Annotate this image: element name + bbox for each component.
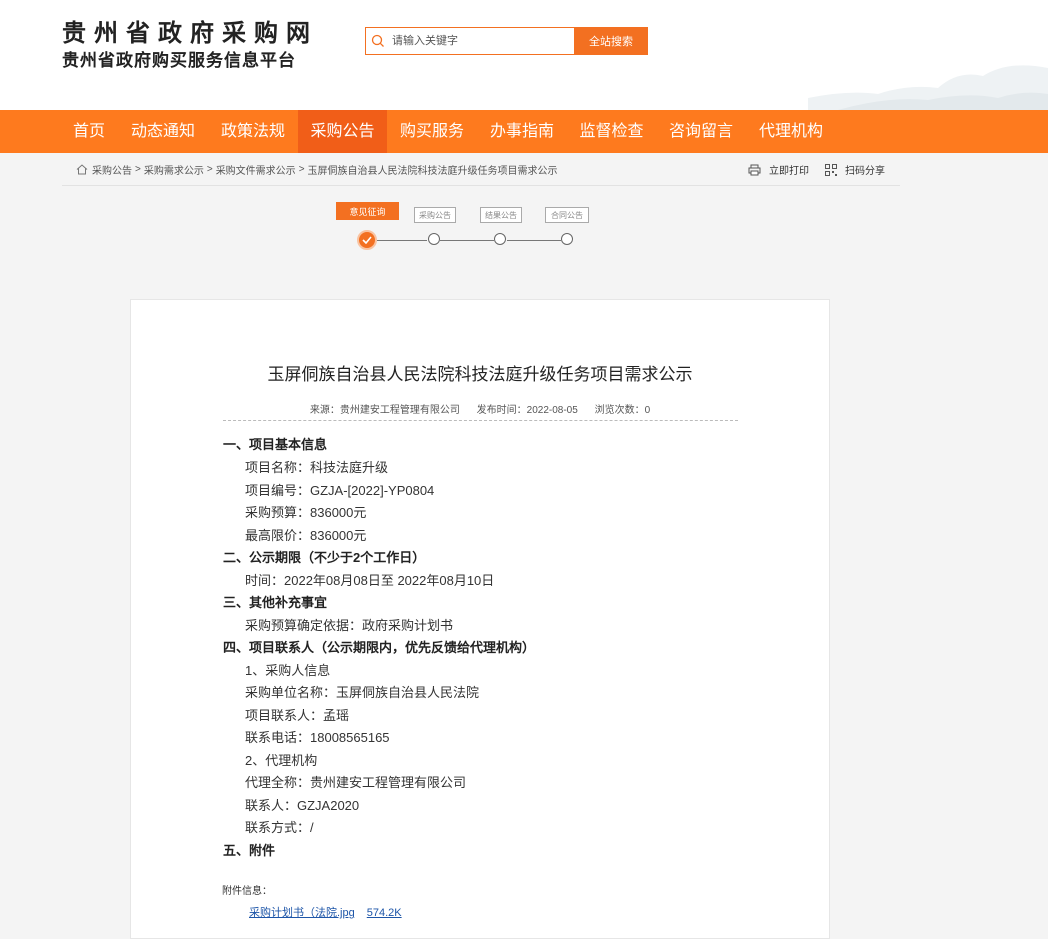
article-meta: 来源：贵州建安工程管理有限公司 发布时间：2022-08-05 浏览次数：0 [131, 401, 829, 416]
share-button[interactable]: 扫码分享 [825, 162, 885, 177]
nav-item-procurement-notices[interactable]: 采购公告 [298, 110, 387, 153]
step-label-contract-notice[interactable]: 合同公告 [545, 207, 589, 223]
step-label-consultation[interactable]: 意见征询 [336, 202, 399, 220]
attachment-link[interactable]: 采购计划书（法院.jpg 574.2K [249, 904, 402, 920]
body-line: 项目名称：科技法庭升级 [245, 460, 389, 475]
body-line: 代理全称：贵州建安工程管理有限公司 [245, 775, 467, 790]
site-header: 贵州省政府采购网 贵州省政府购买服务信息平台 全站搜索 [0, 0, 1048, 110]
attachment-label: 附件信息： [222, 886, 272, 897]
body-line: 项目编号：GZJA-[2022]-YP0804 [245, 483, 435, 498]
nav-item-news[interactable]: 动态通知 [118, 110, 208, 153]
body-line: 最高限价：836000元 [245, 528, 367, 543]
nav-item-purchase-services[interactable]: 购买服务 [387, 110, 477, 153]
body-line: 采购预算：836000元 [245, 505, 367, 520]
attachment-name[interactable]: 采购计划书（法院.jpg [249, 907, 355, 919]
body-line: 联系电话：18008565165 [245, 730, 390, 745]
breadcrumb-bar: 采购公告 > 采购需求公示 > 采购文件需求公示 > 玉屏侗族自治县人民法院科技… [62, 153, 900, 186]
search-input[interactable] [390, 34, 564, 48]
article-source: 来源：贵州建安工程管理有限公司 [309, 405, 460, 416]
body-line: 1、采购人信息 [245, 663, 331, 678]
share-label: 扫码分享 [845, 166, 885, 177]
breadcrumb-separator: > [206, 164, 213, 175]
print-label: 立即打印 [769, 166, 809, 177]
breadcrumb-item[interactable]: 采购需求公示 [144, 162, 204, 177]
body-line: 时间：2022年08月08日至 2022年08月10日 [245, 573, 495, 588]
body-line: 采购单位名称：玉屏侗族自治县人民法院 [245, 685, 480, 700]
section-heading: 一、项目基本信息 [223, 437, 328, 452]
article-publish-time: 发布时间：2022-08-05 [476, 405, 578, 416]
step-connector [440, 240, 494, 241]
qr-code-icon [825, 163, 837, 176]
search-box [365, 27, 574, 55]
nav-item-guide[interactable]: 办事指南 [477, 110, 567, 153]
body-line: 联系方式：/ [245, 820, 314, 835]
section-heading: 四、项目联系人（公示期限内，优先反馈给代理机构） [223, 640, 536, 655]
site-search-button[interactable]: 全站搜索 [574, 27, 648, 55]
section-heading: 三、其他补充事宜 [223, 595, 328, 610]
mountain-decoration [808, 65, 1048, 110]
site-subtitle: 贵州省政府购买服务信息平台 [62, 51, 296, 71]
nav-item-consult[interactable]: 咨询留言 [656, 110, 746, 153]
step-dot-current [357, 230, 377, 250]
breadcrumb-separator: > [135, 164, 141, 175]
site-title: 贵州省政府采购网 [62, 18, 318, 47]
nav-item-supervision[interactable]: 监督检查 [567, 110, 656, 153]
article-views: 浏览次数：0 [594, 405, 651, 416]
breadcrumb-item[interactable]: 采购文件需求公示 [216, 162, 296, 177]
step-label-procurement-notice[interactable]: 采购公告 [414, 207, 456, 223]
step-label-result-notice[interactable]: 结果公告 [480, 207, 522, 223]
step-dot [428, 233, 440, 245]
article-card: 玉屏侗族自治县人民法院科技法庭升级任务项目需求公示 来源：贵州建安工程管理有限公… [130, 299, 830, 939]
search-icon [366, 34, 390, 48]
breadcrumb: 采购公告 > 采购需求公示 > 采购文件需求公示 > 玉屏侗族自治县人民法院科技… [76, 162, 558, 177]
body-line: 联系人：GZJA2020 [245, 798, 360, 813]
printer-icon [748, 164, 761, 175]
section-heading: 二、公示期限（不少于2个工作日） [223, 550, 426, 565]
section-heading: 五、附件 [223, 843, 276, 858]
main-nav: 首页 动态通知 政策法规 采购公告 购买服务 办事指南 监督检查 咨询留言 代理… [0, 110, 1048, 153]
title-divider [223, 420, 738, 421]
attachment-size: 574.2K [366, 907, 402, 919]
article-title: 玉屏侗族自治县人民法院科技法庭升级任务项目需求公示 [267, 365, 693, 384]
body-line: 2、代理机构 [245, 753, 318, 768]
breadcrumb-item[interactable]: 采购公告 [92, 162, 132, 177]
nav-item-home[interactable]: 首页 [62, 110, 116, 153]
step-dot [561, 233, 573, 245]
step-dot [494, 233, 506, 245]
step-connector [377, 240, 427, 241]
body-line: 采购预算确定依据：政府采购计划书 [245, 618, 454, 633]
print-button[interactable]: 立即打印 [748, 162, 809, 177]
nav-item-agencies[interactable]: 代理机构 [746, 110, 836, 153]
nav-item-policy[interactable]: 政策法规 [208, 110, 298, 153]
home-icon[interactable] [76, 164, 88, 175]
body-line: 项目联系人：孟瑶 [245, 708, 350, 723]
check-icon [362, 236, 372, 244]
breadcrumb-separator: > [298, 164, 305, 175]
breadcrumb-current: 玉屏侗族自治县人民法院科技法庭升级任务项目需求公示 [307, 166, 558, 177]
step-connector [507, 240, 561, 241]
